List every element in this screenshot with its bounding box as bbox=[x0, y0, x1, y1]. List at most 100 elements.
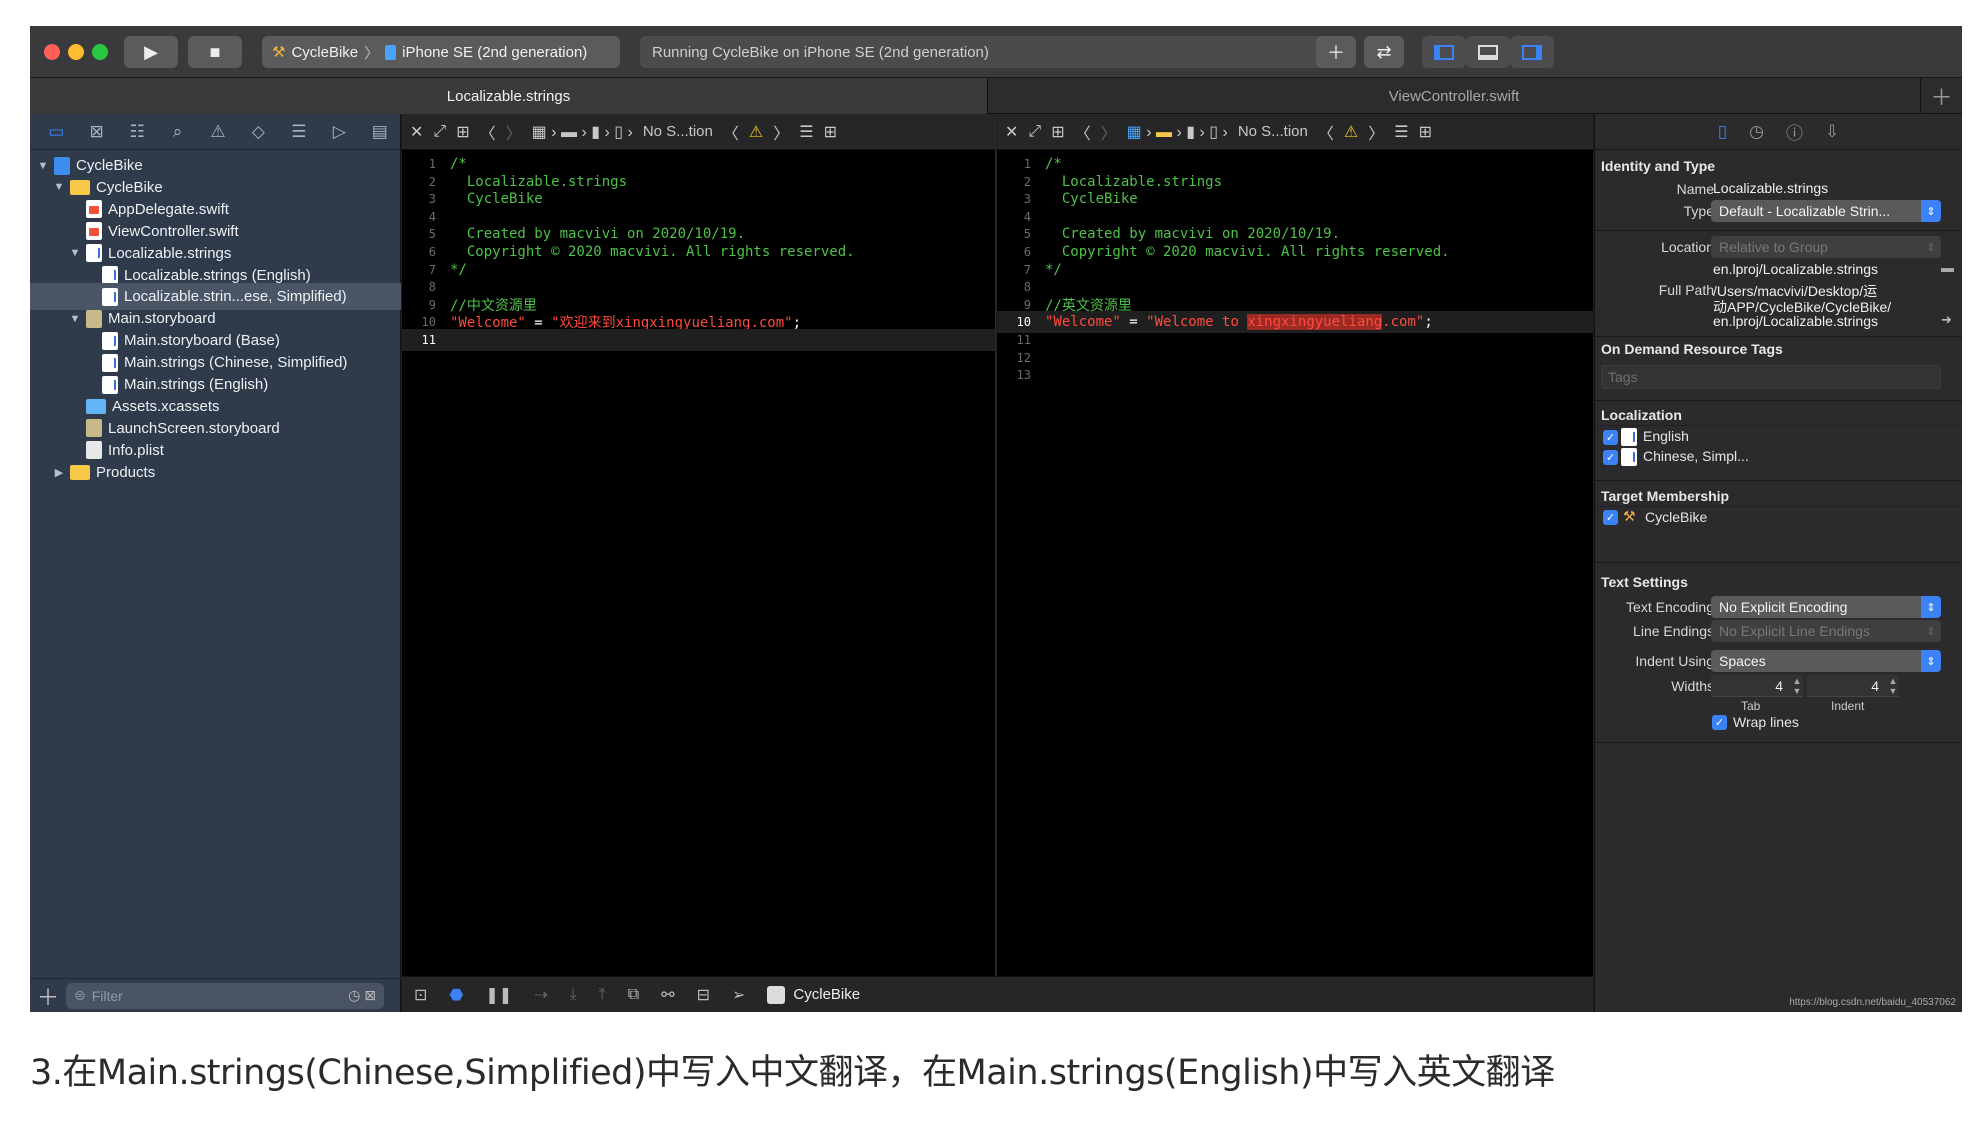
run-button[interactable]: ▶ bbox=[124, 36, 178, 68]
editor-options-icon[interactable]: ☰ bbox=[1394, 122, 1408, 142]
filter-field[interactable]: ⊜ Filter ◷ ⊠ bbox=[66, 982, 384, 1009]
close-window-button[interactable] bbox=[44, 44, 60, 60]
disclosure-triangle-icon[interactable]: ▼ bbox=[52, 181, 66, 193]
warning-icon[interactable]: ⚠ bbox=[749, 122, 763, 142]
related-items-icon[interactable]: ⊞ bbox=[1051, 122, 1064, 142]
indent-width-stepper[interactable]: ▲ ▼ bbox=[1887, 676, 1899, 696]
text-encoding-popup[interactable]: No Explicit Encoding ⇕ bbox=[1711, 596, 1941, 618]
related-items-icon[interactable]: ⊞ bbox=[456, 122, 469, 142]
step-over-icon[interactable]: ⇢ bbox=[534, 985, 547, 1005]
source-control-navigator-tab[interactable]: ⊠ bbox=[76, 114, 116, 150]
breakpoint-navigator-tab[interactable]: ▷ bbox=[319, 114, 359, 150]
prev-issue-icon[interactable]: 〈 bbox=[1318, 120, 1334, 144]
folder-icon[interactable]: ▬ bbox=[1941, 260, 1954, 275]
issue-navigator-tab[interactable]: ⚠ bbox=[198, 114, 238, 150]
code-line[interactable]: 11 bbox=[402, 329, 995, 351]
prev-issue-icon[interactable]: 〈 bbox=[723, 120, 739, 144]
history-inspector-tab-icon[interactable]: ◷ bbox=[1749, 122, 1764, 142]
jump-bar-section[interactable]: No S...tion bbox=[1238, 123, 1308, 140]
close-editor-icon[interactable]: ✕ bbox=[1005, 122, 1018, 142]
editor-left: ✕ ⤢ ⊞ 〈 〉 ▦ › ▬ › ▮ › ▯ › No S...tion 〈 … bbox=[402, 114, 996, 976]
code-line[interactable]: 13 bbox=[997, 364, 1593, 386]
next-issue-icon[interactable]: 〉 bbox=[1368, 120, 1384, 144]
find-navigator-tab[interactable]: ⌕ bbox=[157, 114, 197, 150]
debug-navigator-tab[interactable]: ☰ bbox=[279, 114, 319, 150]
stop-button[interactable]: ■ bbox=[188, 36, 242, 68]
disclosure-triangle-icon[interactable]: ▼ bbox=[36, 160, 50, 172]
type-popup[interactable]: Default - Localizable Strin... ⇕ bbox=[1711, 200, 1941, 222]
minimize-window-button[interactable] bbox=[68, 44, 84, 60]
project-navigator-tab[interactable]: ▭ bbox=[36, 114, 76, 150]
warning-icon[interactable]: ⚠ bbox=[1344, 122, 1358, 142]
activity-viewer[interactable]: Running CycleBike on iPhone SE (2nd gene… bbox=[640, 36, 1352, 68]
project-crumb-icon[interactable]: ▦ › ▬ › ▮ › ▯ › bbox=[1127, 122, 1228, 142]
view-debugger-icon[interactable]: ⧉ bbox=[628, 986, 639, 1004]
add-editor-icon[interactable]: ⊞ bbox=[1419, 122, 1432, 142]
hide-debug-area-icon[interactable]: ⊡ bbox=[414, 985, 427, 1005]
close-editor-icon[interactable]: ✕ bbox=[410, 122, 423, 142]
storyboard-icon bbox=[86, 309, 102, 328]
memory-graph-icon[interactable]: ⚯ bbox=[661, 985, 674, 1005]
pause-icon[interactable]: ❚❚ bbox=[485, 985, 512, 1005]
expand-icon[interactable]: ⤢ bbox=[433, 123, 446, 141]
project-crumb-icon[interactable]: ▦ › ▬ › ▮ › ▯ › bbox=[532, 122, 633, 142]
simulate-location-icon[interactable]: ➢ bbox=[732, 985, 745, 1005]
tab-width-stepper[interactable]: ▲ ▼ bbox=[1791, 676, 1803, 696]
jump-bar-section[interactable]: No S...tion bbox=[643, 123, 713, 140]
add-file-button[interactable]: ＋ bbox=[30, 980, 66, 1012]
indent-width-field[interactable]: 4 bbox=[1807, 675, 1899, 697]
scheme-selector[interactable]: ⚒ CycleBike 〉 iPhone SE (2nd generation) bbox=[262, 36, 620, 68]
location-popup[interactable]: Relative to Group ⇕ bbox=[1711, 236, 1941, 258]
line-number: 6 bbox=[1023, 245, 1031, 259]
breakpoints-toggle-icon[interactable]: ⬣ bbox=[449, 985, 463, 1005]
chevron-right-icon[interactable]: 〉 bbox=[506, 120, 522, 144]
next-issue-icon[interactable]: 〉 bbox=[773, 120, 789, 144]
code-review-button[interactable]: ⇄ bbox=[1364, 36, 1404, 68]
wrap-lines-checkbox[interactable]: ✓ bbox=[1712, 715, 1727, 730]
chevron-left-icon[interactable]: 〈 bbox=[480, 120, 496, 144]
line-number: 12 bbox=[1016, 350, 1031, 365]
process-target[interactable]: CycleBike bbox=[767, 985, 860, 1004]
disclosure-triangle-icon[interactable]: ▶ bbox=[52, 466, 66, 479]
zoom-window-button[interactable] bbox=[92, 44, 108, 60]
step-out-icon[interactable]: ⤒ bbox=[599, 986, 606, 1004]
environment-overrides-icon[interactable]: ⊟ bbox=[697, 985, 710, 1005]
indent-using-popup[interactable]: Spaces ⇕ bbox=[1711, 650, 1941, 672]
editor-options-icon[interactable]: ☰ bbox=[799, 122, 813, 142]
tab-width-field[interactable]: 4 bbox=[1711, 675, 1803, 697]
tab-localizable-strings[interactable]: Localizable.strings bbox=[30, 78, 988, 114]
quick-help-tab-icon[interactable]: ⓘ bbox=[1786, 119, 1803, 144]
disclosure-triangle-icon[interactable]: ▼ bbox=[68, 247, 82, 259]
chevron-left-icon[interactable]: 〈 bbox=[1075, 120, 1091, 144]
localization-chinese-checkbox[interactable]: ✓ bbox=[1603, 450, 1618, 465]
attributes-tab-icon[interactable]: ⇩ bbox=[1825, 122, 1839, 142]
strings-file-icon bbox=[102, 331, 118, 350]
add-editor-icon[interactable]: ⊞ bbox=[824, 122, 837, 142]
step-into-icon[interactable]: ⤓ bbox=[570, 986, 577, 1004]
line-endings-popup[interactable]: No Explicit Line Endings ⇕ bbox=[1711, 620, 1941, 642]
symbol-navigator-tab[interactable]: ☷ bbox=[117, 114, 157, 150]
library-button[interactable]: ＋ bbox=[1316, 36, 1356, 68]
chevron-right-icon[interactable]: 〉 bbox=[1101, 120, 1117, 144]
line-number: 8 bbox=[1023, 280, 1031, 295]
name-value[interactable]: Localizable.strings bbox=[1713, 180, 1828, 196]
new-tab-button[interactable]: ＋ bbox=[1920, 78, 1962, 114]
text-encoding-label: Text Encoding bbox=[1626, 599, 1714, 615]
strings-file-icon bbox=[1621, 428, 1637, 446]
expand-icon[interactable]: ⤢ bbox=[1028, 123, 1041, 141]
tab-viewcontroller-swift[interactable]: ViewController.swift bbox=[989, 78, 1919, 114]
disclosure-triangle-icon[interactable]: ▼ bbox=[68, 313, 82, 325]
file-tree-item[interactable]: ▶ Products bbox=[30, 459, 401, 486]
target-checkbox[interactable]: ✓ bbox=[1603, 510, 1618, 525]
file-inspector-tab-icon[interactable]: ▯ bbox=[1718, 122, 1727, 142]
report-navigator-tab[interactable]: ▤ bbox=[360, 114, 400, 150]
reveal-arrow-icon[interactable]: ➜ bbox=[1941, 312, 1952, 328]
toggle-debug-area-button[interactable] bbox=[1466, 36, 1510, 68]
file-tree-label: Localizable.strin...ese, Simplified) bbox=[124, 288, 347, 306]
localization-english-checkbox[interactable]: ✓ bbox=[1603, 430, 1618, 445]
toggle-navigator-button[interactable] bbox=[1422, 36, 1466, 68]
test-navigator-tab[interactable]: ◇ bbox=[238, 114, 278, 150]
tags-field[interactable]: Tags bbox=[1601, 365, 1941, 389]
toggle-inspector-button[interactable] bbox=[1510, 36, 1554, 68]
recent-files-icon[interactable]: ◷ ⊠ bbox=[348, 987, 376, 1004]
